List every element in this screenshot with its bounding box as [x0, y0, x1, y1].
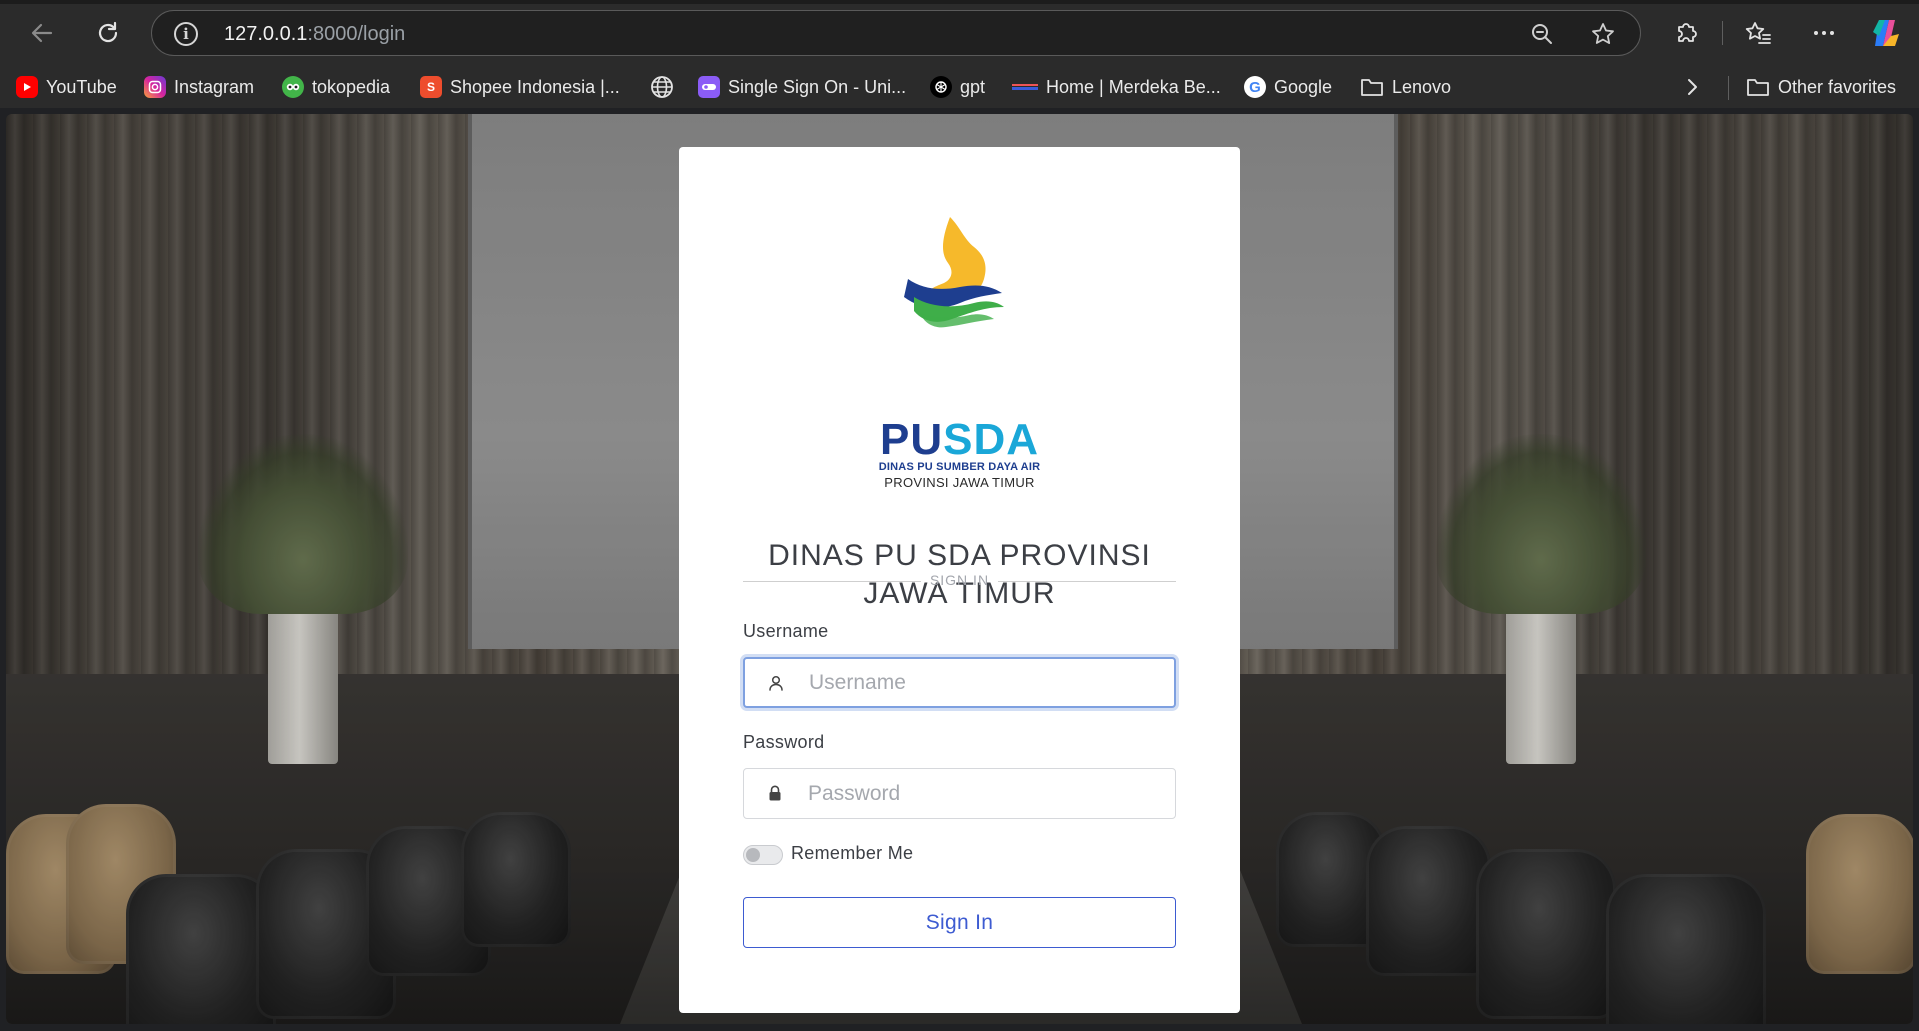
remember-me-toggle[interactable]	[743, 845, 783, 865]
reload-button[interactable]	[92, 17, 124, 49]
favorites-list-icon	[1745, 22, 1771, 44]
more-menu-button[interactable]	[1808, 17, 1840, 49]
password-field[interactable]	[743, 768, 1176, 819]
bookmark-shopee[interactable]: S Shopee Indonesia |...	[420, 74, 620, 100]
tab-strip	[0, 0, 1919, 4]
zoom-out-icon	[1532, 24, 1552, 44]
copilot-button[interactable]	[1869, 16, 1903, 50]
bookmark-gpt[interactable]: gpt	[930, 74, 985, 100]
username-label: Username	[743, 621, 829, 641]
pusda-logo-subtitle: DINAS PU SUMBER DAYA AIR	[878, 461, 1041, 473]
password-input[interactable]	[808, 769, 1158, 818]
lock-icon	[769, 785, 781, 801]
sign-in-divider: SIGN IN	[743, 571, 1176, 591]
shopee-icon: S	[420, 76, 442, 98]
browser-toolbar: i 127.0.0.1:8000/login	[0, 0, 1919, 66]
puzzle-icon	[1678, 23, 1697, 42]
bookmark-label: gpt	[960, 76, 986, 97]
username-input[interactable]	[809, 659, 1159, 706]
toolbar-separator	[1722, 21, 1723, 45]
window-bottom-border	[0, 1024, 1919, 1031]
bookmark-tokopedia[interactable]: tokopedia	[282, 74, 390, 100]
remember-me-label[interactable]: Remember Me	[791, 843, 913, 864]
bookmark-merdeka[interactable]: Home | Merdeka Be...	[1012, 74, 1221, 100]
bookmarks-bar: YouTube Instagram tokopedia S Shopee Ind…	[0, 66, 1919, 108]
bookmark-label: Lenovo	[1392, 76, 1452, 97]
bookmark-sso[interactable]: Single Sign On - Uni...	[698, 74, 906, 100]
bookmark-label: Home | Merdeka Be...	[1046, 76, 1221, 97]
folder-icon	[1361, 79, 1383, 96]
reload-icon	[98, 21, 118, 43]
bookmark-folder-lenovo[interactable]: Lenovo	[1360, 74, 1451, 100]
tokopedia-icon	[282, 76, 304, 98]
bookmark-label: Instagram	[174, 76, 255, 97]
globe-icon	[651, 76, 673, 98]
bookmark-label: Shopee Indonesia |...	[450, 76, 620, 97]
bookmark-other-favorites[interactable]: Other favorites	[1746, 74, 1896, 100]
back-button[interactable]	[26, 17, 58, 49]
brand-sda: SDA	[943, 415, 1040, 464]
bookmark-google[interactable]: G Google	[1244, 74, 1332, 100]
favorite-button[interactable]	[1590, 21, 1616, 51]
ellipsis-icon	[1814, 31, 1834, 35]
youtube-icon	[16, 76, 38, 98]
bookmark-youtube[interactable]: YouTube	[16, 74, 117, 100]
folder-icon	[1747, 79, 1769, 96]
chevron-right-icon[interactable]	[1680, 70, 1704, 104]
brand-pu: PU	[879, 415, 944, 464]
favorites-button[interactable]	[1742, 17, 1774, 49]
bookmark-globe[interactable]	[650, 74, 674, 100]
url-path: :8000/login	[307, 23, 406, 45]
url-host: 127.0.0.1	[224, 23, 308, 45]
extensions-button[interactable]	[1670, 17, 1702, 49]
username-field[interactable]	[743, 657, 1176, 708]
sign-in-button[interactable]: Sign In	[743, 897, 1176, 948]
bookmark-label: YouTube	[46, 76, 117, 97]
pusda-logo-province: PROVINSI JAWA TIMUR	[884, 475, 1035, 490]
sign-in-divider-label: SIGN IN	[929, 572, 990, 588]
bookmark-instagram[interactable]: Instagram	[144, 74, 254, 100]
openai-icon	[930, 76, 952, 98]
sso-icon	[698, 76, 720, 98]
page-title-line1: DINAS PU SDA PROVINSI	[768, 539, 1151, 572]
user-icon	[769, 675, 783, 691]
instagram-icon	[144, 76, 166, 98]
login-card: PUSDA DINAS PU SUMBER DAYA AIR PROVINSI …	[679, 147, 1240, 1013]
bookmark-label: Single Sign On - Uni...	[728, 76, 907, 97]
copilot-icon	[1873, 20, 1899, 46]
other-favorites-label: Other favorites	[1778, 76, 1897, 97]
bookmark-label: Google	[1274, 76, 1333, 97]
arrow-left-icon	[31, 23, 53, 43]
url-text[interactable]: 127.0.0.1:8000/login	[224, 22, 405, 46]
star-icon	[1592, 23, 1614, 44]
address-bar[interactable]: i 127.0.0.1:8000/login	[151, 10, 1641, 56]
google-icon: G	[1244, 76, 1266, 98]
toggle-knob	[746, 848, 760, 862]
zoom-button[interactable]	[1530, 22, 1554, 50]
pusda-logo-emblem	[904, 217, 1004, 328]
bookmark-label: tokopedia	[312, 76, 391, 97]
password-label: Password	[743, 732, 825, 752]
pusda-logo-wordmark: PUSDA	[679, 415, 1240, 465]
site-info-icon[interactable]: i	[174, 22, 198, 46]
merdeka-icon	[1012, 76, 1038, 98]
bookmarks-separator	[1728, 76, 1729, 100]
